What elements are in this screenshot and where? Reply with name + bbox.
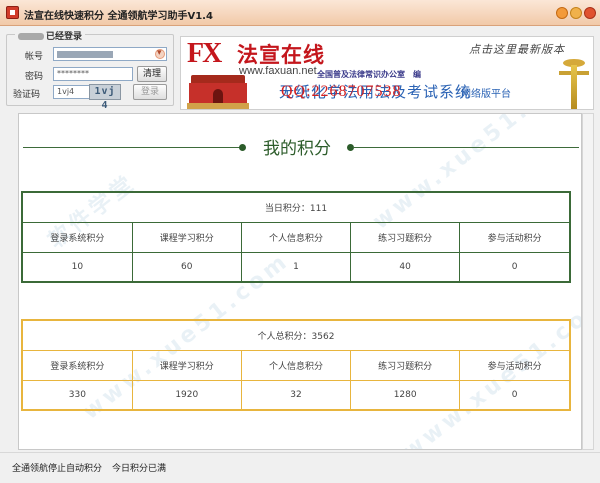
qq-contact: QQ:2268707538 [281,83,402,100]
username-redacted [18,33,44,40]
table-cell: 40 [350,251,461,283]
table-header: 参与活动积分 [459,349,571,381]
table-header: 登录系统积分 [21,221,133,253]
table-cell: 1920 [131,379,242,411]
table-cell: 32 [240,379,352,411]
daily-points-table: 当日积分：111 登录系统积分 课程学习积分 个人信息积分 练习习题积分 参与活… [21,191,571,283]
table-header: 个人信息积分 [240,349,352,381]
password-label: 密码 [25,72,44,82]
captcha-image[interactable]: 1vj 4 [89,84,121,111]
logo-mark: FX [187,38,222,69]
title-dot-left [239,144,246,151]
maximize-button[interactable] [570,7,582,19]
table-header: 个人信息积分 [240,221,352,253]
account-field[interactable] [53,47,167,61]
login-status: 已经登录 [15,29,86,42]
sponsor-text: 全国普及法律常识办公室 编 [317,70,421,79]
table-cell: 1 [240,251,352,283]
password-field[interactable]: ******** [53,67,133,81]
captcha-label: 验证码 [13,90,41,100]
title-divider-left [23,147,241,148]
table-cell: 10 [21,251,133,283]
table-header: 练习习题积分 [350,349,461,381]
title-divider-right [353,147,579,148]
table-cell: 0 [459,251,571,283]
login-panel: 已经登录 帐号 密码 ******** 清理 验证码 1vj4 1vj 4 登录 [6,29,174,111]
banner: FX 法宣在线 www.faxuan.net 全国普及法律常识办公室 编 无纸化… [180,36,594,110]
total-points-table: 个人总积分：3562 登录系统积分 课程学习积分 个人信息积分 练习习题积分 参… [21,319,571,411]
table-header: 登录系统积分 [21,349,133,381]
app-icon [6,6,19,19]
logo-url: www.faxuan.net [239,65,317,77]
window-title: 法宣在线快速积分 全通领航学习助手V1.4 [24,11,213,22]
page-title: 我的积分 [263,139,331,159]
points-panel: www.xue51.com www.xue51.com www.xue51.co… [18,113,582,450]
monument-icon [559,57,589,109]
clear-button[interactable]: 清理 [137,66,167,82]
table-header: 参与活动积分 [459,221,571,253]
daily-limit-status: 今日积分已满 [112,464,167,474]
title-bar[interactable]: 法宣在线快速积分 全通领航学习助手V1.4 [0,0,600,26]
chevron-down-icon[interactable] [155,47,165,59]
vertical-scrollbar[interactable] [582,113,594,450]
minimize-button[interactable] [556,7,568,19]
auto-points-status: 全通领航停止自动积分 [12,464,103,474]
total-points-caption: 个人总积分：3562 [21,319,571,351]
status-bar: 全通领航停止自动积分 今日积分已满 [0,452,600,483]
table-cell: 1280 [350,379,461,411]
close-button[interactable] [584,7,596,19]
captcha-input[interactable]: 1vj4 [53,85,91,99]
table-header: 课程学习积分 [131,349,242,381]
platform-text: 网络版平台 [461,89,511,100]
daily-points-caption: 当日积分：111 [21,191,571,223]
tiananmen-icon [187,71,249,109]
table-cell: 330 [21,379,133,411]
account-label: 帐号 [25,52,44,62]
login-button[interactable]: 登录 [133,84,167,100]
table-cell: 60 [131,251,242,283]
account-redacted [57,51,113,58]
table-header: 课程学习积分 [131,221,242,253]
table-cell: 0 [459,379,571,411]
update-link[interactable]: 点击这里最新版本 [469,41,565,57]
header: 已经登录 帐号 密码 ******** 清理 验证码 1vj4 1vj 4 登录… [0,26,600,112]
table-header: 练习习题积分 [350,221,461,253]
